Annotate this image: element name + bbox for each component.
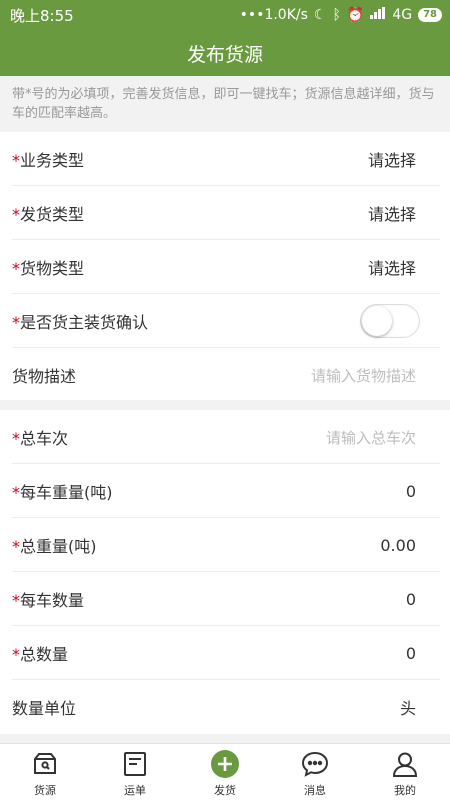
toggle-knob (362, 306, 392, 336)
business-type-label: *业务类型 (12, 151, 85, 170)
tab-message[interactable]: 消息 (270, 744, 360, 800)
required-mark: * (12, 483, 20, 502)
required-mark: * (12, 645, 20, 664)
business-type-select[interactable]: 请选择 (368, 147, 416, 171)
tab-mine[interactable]: 我的 (360, 744, 450, 800)
shipping-type-row[interactable]: *发货类型 请选择 (0, 186, 450, 240)
shipping-type-select[interactable]: 请选择 (368, 201, 416, 225)
status-time: 晚上8:55 (10, 6, 74, 25)
tab-ship-label: 发货 (214, 784, 236, 797)
bottom-tab-bar: 货源 运单 发货 消息 我的 (0, 743, 450, 800)
total-trips-row: *总车次 请输入总车次 (0, 410, 450, 464)
network-speed: •••1.0K/s (239, 7, 308, 23)
qty-per-truck-label: *每车数量 (12, 591, 85, 610)
tab-source[interactable]: 货源 (0, 744, 90, 800)
total-weight-label: *总重量(吨) (12, 537, 97, 556)
moon-icon: ☾ (313, 7, 327, 23)
qty-per-truck-row: *每车数量 0 (0, 572, 450, 626)
qty-per-truck-input[interactable]: 0 (406, 590, 416, 609)
bluetooth-icon: ᛒ (332, 7, 341, 23)
cargo-type-label: *货物类型 (12, 259, 85, 278)
owner-confirm-row: *是否货主装货确认 (0, 294, 450, 348)
qty-unit-select[interactable]: 头 (400, 695, 416, 719)
plus-circle-icon (211, 750, 239, 778)
user-icon (391, 750, 419, 778)
status-bar: 晚上8:55 •••1.0K/s ☾ ᛒ ⏰ 4G 78 (0, 0, 450, 30)
total-trips-input[interactable]: 请输入总车次 (326, 427, 416, 448)
status-icons: •••1.0K/s ☾ ᛒ ⏰ 4G 78 (240, 7, 442, 23)
alarm-icon: ⏰ (346, 7, 365, 23)
weight-per-truck-row: *每车重量(吨) 0 (0, 464, 450, 518)
qty-unit-row[interactable]: 数量单位 头 (0, 680, 450, 734)
required-mark: * (12, 313, 20, 332)
required-mark: * (12, 591, 20, 610)
owner-confirm-label: *是否货主装货确认 (12, 313, 149, 332)
title-bar: 发布货源 (0, 30, 450, 76)
total-qty-input[interactable]: 0 (406, 644, 416, 663)
page-title: 发布货源 (186, 43, 263, 66)
weight-per-truck-label: *每车重量(吨) (12, 483, 113, 502)
tab-message-label: 消息 (304, 784, 326, 797)
tab-mine-label: 我的 (394, 784, 416, 797)
form-group-quantity: *总车次 请输入总车次 *每车重量(吨) 0 *总重量(吨) 0.00 *每车数… (0, 410, 450, 734)
business-type-row[interactable]: *业务类型 请选择 (0, 132, 450, 186)
shipping-type-label: *发货类型 (12, 205, 85, 224)
cargo-type-row[interactable]: *货物类型 请选择 (0, 240, 450, 294)
qty-unit-label: 数量单位 (12, 699, 77, 718)
total-qty-label: *总数量 (12, 645, 69, 664)
form-notice: 带*号的为必填项，完善发货信息，即可一键找车；货源信息越详细，货与车的匹配率越高… (0, 76, 450, 132)
tab-waybill-label: 运单 (124, 784, 146, 797)
cargo-type-select[interactable]: 请选择 (368, 255, 416, 279)
battery-icon: 78 (418, 8, 442, 22)
owner-confirm-toggle[interactable] (360, 304, 420, 338)
form-group-cargo: *业务类型 请选择 *发货类型 请选择 *货物类型 请选择 *是否货主装货确认 … (0, 132, 450, 400)
cargo-desc-row: 货物描述 请输入货物描述 (0, 348, 450, 402)
chat-icon (301, 750, 329, 778)
weight-per-truck-input[interactable]: 0 (406, 482, 416, 501)
required-mark: * (12, 151, 20, 170)
tab-source-label: 货源 (34, 784, 56, 797)
required-mark: * (12, 205, 20, 224)
required-mark: * (12, 259, 20, 278)
box-icon (31, 750, 59, 778)
signal-icon (370, 7, 386, 23)
total-weight-value[interactable]: 0.00 (380, 536, 416, 555)
total-weight-row: *总重量(吨) 0.00 (0, 518, 450, 572)
tab-ship[interactable]: 发货 (180, 744, 270, 800)
document-icon (121, 750, 149, 778)
total-trips-label: *总车次 (12, 429, 69, 448)
required-mark: * (12, 537, 20, 556)
cargo-desc-label: 货物描述 (12, 367, 77, 386)
network-type: 4G (392, 7, 413, 23)
total-qty-row: *总数量 0 (0, 626, 450, 680)
cargo-desc-input[interactable]: 请输入货物描述 (311, 365, 416, 386)
required-mark: * (12, 429, 20, 448)
tab-waybill[interactable]: 运单 (90, 744, 180, 800)
